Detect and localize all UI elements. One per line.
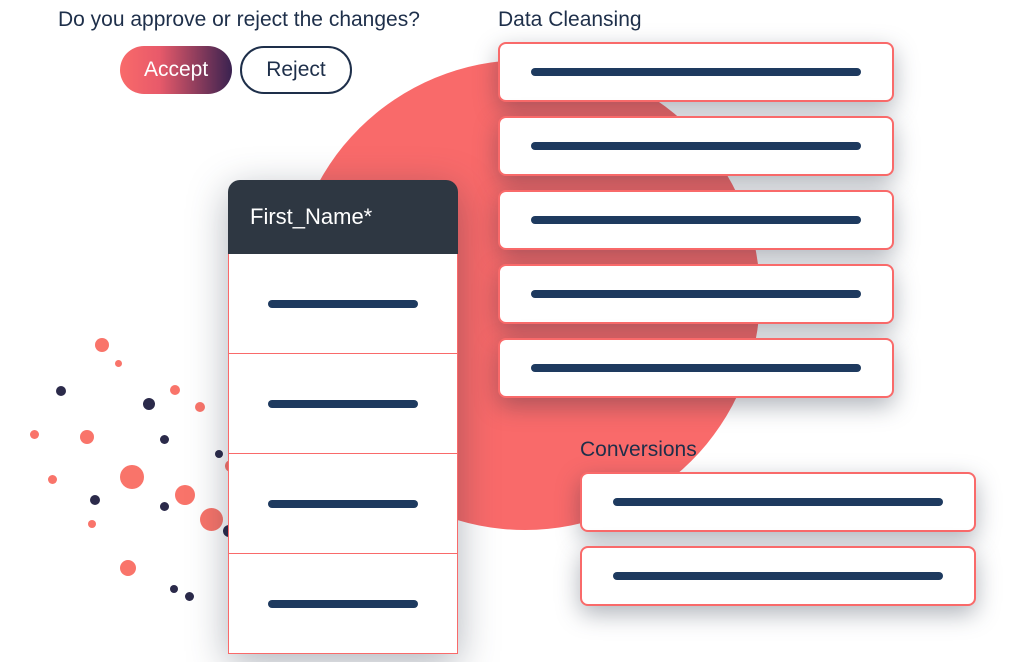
column-cell [228, 354, 458, 454]
column-cell [228, 254, 458, 354]
dot-icon [160, 502, 169, 511]
dot-icon [88, 520, 96, 528]
dot-icon [170, 385, 180, 395]
dot-icon [48, 475, 57, 484]
dot-icon [95, 338, 109, 352]
data-bar-icon [268, 300, 418, 308]
column-cell [228, 454, 458, 554]
column-header: First_Name* [228, 180, 458, 254]
data-cleansing-label: Data Cleansing [498, 8, 642, 32]
data-cleansing-panel [498, 42, 894, 398]
dot-icon [120, 560, 136, 576]
approval-prompt: Do you approve or reject the changes? [58, 8, 420, 32]
column-cell [228, 554, 458, 654]
dot-icon [120, 465, 144, 489]
dot-icon [195, 402, 205, 412]
dot-icon [175, 485, 195, 505]
dot-icon [115, 360, 122, 367]
conversion-row [580, 546, 976, 606]
dot-icon [56, 386, 66, 396]
cleansing-row [498, 264, 894, 324]
conversion-row [580, 472, 976, 532]
column-card: First_Name* [228, 180, 458, 654]
dot-icon [215, 450, 223, 458]
data-bar-icon [531, 290, 861, 298]
dot-icon [30, 430, 39, 439]
data-bar-icon [613, 498, 943, 506]
data-bar-icon [531, 364, 861, 372]
reject-button[interactable]: Reject [240, 46, 352, 94]
dot-icon [200, 508, 223, 531]
data-bar-icon [268, 600, 418, 608]
approval-buttons: Accept Reject [120, 46, 352, 94]
dot-icon [80, 430, 94, 444]
cleansing-row [498, 338, 894, 398]
dot-icon [170, 585, 178, 593]
dot-icon [90, 495, 100, 505]
data-bar-icon [613, 572, 943, 580]
cleansing-row [498, 190, 894, 250]
cleansing-row [498, 116, 894, 176]
conversions-panel [580, 472, 976, 606]
conversions-label: Conversions [580, 438, 697, 462]
dot-icon [185, 592, 194, 601]
data-bar-icon [531, 68, 861, 76]
data-bar-icon [531, 216, 861, 224]
dot-icon [160, 435, 169, 444]
dot-icon [143, 398, 155, 410]
data-bar-icon [268, 500, 418, 508]
accept-button[interactable]: Accept [120, 46, 232, 94]
cleansing-row [498, 42, 894, 102]
data-bar-icon [531, 142, 861, 150]
data-bar-icon [268, 400, 418, 408]
